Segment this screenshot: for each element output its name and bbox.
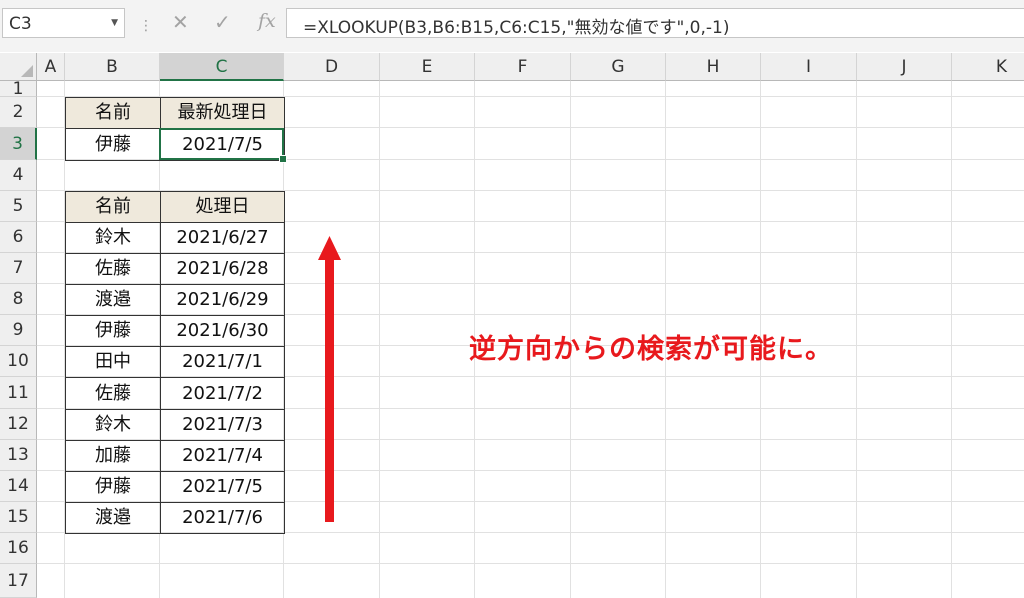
cell-b14[interactable]: 伊藤 [65, 471, 161, 503]
row-header-5[interactable]: 5 [0, 191, 37, 222]
cell-c5[interactable]: 処理日 [160, 191, 285, 223]
row-header-12[interactable]: 12 [0, 409, 37, 440]
cancel-icon[interactable]: ✕ [172, 10, 189, 34]
annotation-text: 逆方向からの検索が可能に。 [469, 334, 833, 365]
row-header-17[interactable]: 17 [0, 564, 37, 598]
row-header-6[interactable]: 6 [0, 222, 37, 253]
drag-handle-icon[interactable]: ⋮ [139, 18, 153, 34]
insert-function-icon[interactable]: fx [258, 10, 276, 32]
up-arrow-icon [318, 236, 341, 522]
column-header-b[interactable]: B [65, 53, 160, 81]
row-header-16[interactable]: 16 [0, 533, 37, 564]
column-header-g[interactable]: G [571, 53, 666, 81]
name-box-value: C3 [9, 14, 32, 34]
cell-c11[interactable]: 2021/7/2 [160, 377, 285, 410]
active-cell-border [159, 128, 284, 160]
cell-b5[interactable]: 名前 [65, 191, 161, 223]
cell-b8[interactable]: 渡邉 [65, 284, 161, 316]
cell-b3[interactable]: 伊藤 [65, 128, 161, 161]
row-header-8[interactable]: 8 [0, 284, 37, 315]
column-header-k[interactable]: K [952, 53, 1024, 81]
row-header-13[interactable]: 13 [0, 440, 37, 471]
select-all-triangle-icon [21, 65, 33, 77]
row-header-2[interactable]: 2 [0, 97, 37, 128]
row-header-9[interactable]: 9 [0, 315, 37, 346]
cell-c8[interactable]: 2021/6/29 [160, 284, 285, 316]
cell-c13[interactable]: 2021/7/4 [160, 440, 285, 472]
cell-b13[interactable]: 加藤 [65, 440, 161, 472]
cell-b15[interactable]: 渡邉 [65, 502, 161, 534]
column-header-d[interactable]: D [284, 53, 380, 81]
column-header-f[interactable]: F [475, 53, 571, 81]
chevron-down-icon[interactable]: ▼ [111, 18, 118, 28]
cell-c12[interactable]: 2021/7/3 [160, 409, 285, 441]
row-header-1[interactable]: 1 [0, 81, 37, 98]
cell-b7[interactable]: 佐藤 [65, 253, 161, 285]
row-header-14[interactable]: 14 [0, 471, 37, 502]
cell-b2[interactable]: 名前 [65, 97, 161, 129]
row-header-3[interactable]: 3 [0, 128, 37, 160]
formula-input[interactable]: =XLOOKUP(B3,B6:B15,C6:C15,"無効な値です",0,-1) [286, 8, 1024, 38]
gridline-horizontal [37, 563, 1024, 564]
cell-c9[interactable]: 2021/6/30 [160, 315, 285, 347]
cell-b12[interactable]: 鈴木 [65, 409, 161, 441]
column-header-c[interactable]: C [160, 53, 284, 81]
row-header-10[interactable]: 10 [0, 346, 37, 377]
cell-c7[interactable]: 2021/6/28 [160, 253, 285, 285]
column-header-j[interactable]: J [857, 53, 952, 81]
name-box[interactable]: C3 ▼ [2, 8, 125, 38]
row-header-4[interactable]: 4 [0, 160, 37, 191]
enter-icon[interactable]: ✓ [214, 10, 231, 34]
cell-c14[interactable]: 2021/7/5 [160, 471, 285, 503]
fill-handle[interactable] [279, 155, 287, 163]
cell-b10[interactable]: 田中 [65, 346, 161, 378]
column-header-e[interactable]: E [380, 53, 475, 81]
row-header-11[interactable]: 11 [0, 377, 37, 409]
formula-bar: C3 ▼ ⋮ ✕ ✓ fx =XLOOKUP(B3,B6:B15,C6:C15,… [0, 0, 1024, 52]
cell-c15[interactable]: 2021/7/6 [160, 502, 285, 534]
cell-c2[interactable]: 最新処理日 [160, 97, 285, 129]
cell-b11[interactable]: 佐藤 [65, 377, 161, 410]
cell-c10[interactable]: 2021/7/1 [160, 346, 285, 378]
column-header-h[interactable]: H [666, 53, 761, 81]
select-all-corner[interactable] [0, 53, 37, 81]
cell-b9[interactable]: 伊藤 [65, 315, 161, 347]
column-header-a[interactable]: A [37, 53, 65, 81]
row-header-7[interactable]: 7 [0, 253, 37, 284]
column-header-i[interactable]: I [761, 53, 857, 81]
formula-text: =XLOOKUP(B3,B6:B15,C6:C15,"無効な値です",0,-1) [303, 18, 730, 38]
cell-b6[interactable]: 鈴木 [65, 222, 161, 254]
cell-c6[interactable]: 2021/6/27 [160, 222, 285, 254]
row-header-15[interactable]: 15 [0, 502, 37, 533]
